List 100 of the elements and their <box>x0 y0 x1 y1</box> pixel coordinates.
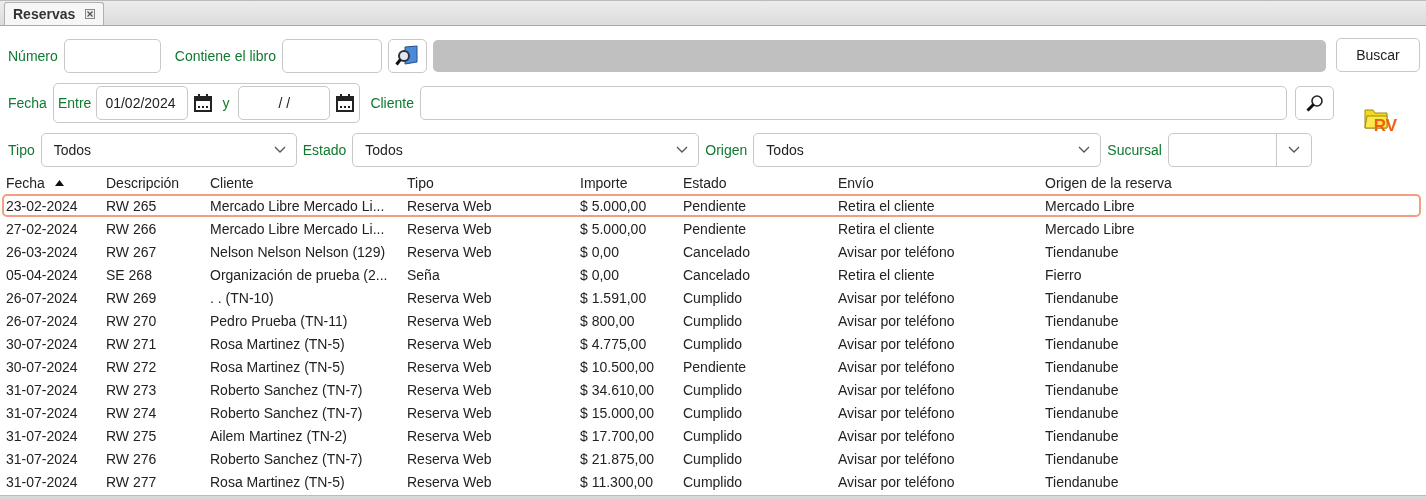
table-row[interactable]: 30-07-2024 RW 272 Rosa Martinez (TN-5) Reserva Web $ 10.500,00 Pendiente Avisar por teléfono Tiendanube <box>2 355 1421 378</box>
table-cell-text: 31-07-2024 <box>5 427 79 444</box>
table-cell-text: RW 272 <box>105 358 158 375</box>
table-cell-text: Reserva Web <box>406 404 493 421</box>
table-cell-text: Cumplido <box>682 312 744 329</box>
table-cell-text: 31-07-2024 <box>5 450 79 467</box>
search-button[interactable]: Buscar <box>1336 38 1420 72</box>
table-cell-text: Cumplido <box>682 289 744 306</box>
table-row[interactable]: 26-07-2024 RW 269 . . (TN-10) Reserva Web $ 1.591,00 Cumplido Avisar por teléfono Tiendanube <box>2 286 1421 309</box>
table-cell-text: Tiendanube <box>1044 473 1120 490</box>
table-cell-text: Avisar por teléfono <box>837 312 956 329</box>
field-label: y <box>222 95 230 111</box>
book-search-button[interactable] <box>387 39 427 73</box>
field-label: Tipo <box>8 142 35 158</box>
table-cell-text: Avisar por teléfono <box>837 289 956 306</box>
table-row[interactable]: 05-04-2024 SE 268 Organización de prueba (2... Seña $ 0,00 Cancelado Retira el cliente Fierro <box>2 263 1421 286</box>
number-field[interactable] <box>63 39 161 73</box>
table-cell-text: Avisar por teléfono <box>837 358 956 375</box>
column-header[interactable]: Fecha <box>6 175 64 191</box>
table-cell-text: RW 277 <box>105 473 158 490</box>
table-cell-text: 30-07-2024 <box>5 335 79 352</box>
table-cell-text: Pedro Prueba (TN-11) <box>209 312 349 329</box>
table-cell-text: . . (TN-10) <box>209 289 275 306</box>
table-row[interactable]: 27-02-2024 RW 266 Mercado Libre Mercado Li... Reserva Web $ 5.000,00 Pendiente Retira el cliente Mercado Libre <box>2 217 1421 240</box>
table-row[interactable]: 31-07-2024 RW 277 Rosa Martinez (TN-5) Reserva Web $ 11.300,00 Cumplido Avisar por teléfono Tiendanube <box>2 470 1421 493</box>
table-cell-text: $ 34.610,00 <box>579 381 655 398</box>
table-cell-text: Rosa Martinez (TN-5) <box>209 335 346 352</box>
table-cell-text: Rosa Martinez (TN-5) <box>209 473 346 490</box>
table-cell-text: RW 271 <box>105 335 158 352</box>
column-header[interactable]: Importe <box>580 175 628 191</box>
table-cell-text: Pendiente <box>682 220 748 237</box>
column-header[interactable]: Origen de la reserva <box>1045 175 1172 191</box>
table-cell-text: $ 4.775,00 <box>579 335 648 352</box>
table-cell-text: Avisar por teléfono <box>837 335 956 352</box>
table-cell-text: 26-03-2024 <box>5 243 79 260</box>
table-cell-text: Cumplido <box>682 450 744 467</box>
status-dropdown[interactable]: Todos <box>352 133 700 167</box>
date-field[interactable]: 01/02/2024 <box>96 86 189 120</box>
table-cell-text: 05-04-2024 <box>5 266 79 283</box>
table-cell-text: Tiendanube <box>1044 404 1120 421</box>
table-cell-text: Avisar por teléfono <box>837 473 956 490</box>
table-row[interactable]: 30-07-2024 RW 271 Rosa Martinez (TN-5) Reserva Web $ 4.775,00 Cumplido Avisar por teléfono Tiendanube <box>2 332 1421 355</box>
table-cell-text: Pendiente <box>682 197 748 214</box>
table-row[interactable]: 26-07-2024 RW 270 Pedro Prueba (TN-11) Reserva Web $ 800,00 Cumplido Avisar por teléfono Tiendanube <box>2 309 1421 332</box>
calendar-icon[interactable] <box>193 93 214 113</box>
table-cell-text: RW 274 <box>105 404 158 421</box>
field-label: Entre <box>57 95 92 111</box>
search-button[interactable] <box>1295 86 1334 120</box>
table-cell-text: RW 270 <box>105 312 158 329</box>
table-cell-text: Cancelado <box>682 243 751 260</box>
table-cell-text: Retira el cliente <box>837 197 936 214</box>
table-row[interactable]: 26-03-2024 RW 267 Nelson Nelson Nelson (129) Reserva Web $ 0,00 Cancelado Avisar por teléfono Tiendanube <box>2 240 1421 263</box>
table-cell-text: Cumplido <box>682 381 744 398</box>
table-cell-text: $ 10.500,00 <box>579 358 655 375</box>
table-cell-text: Rosa Martinez (TN-5) <box>209 358 346 375</box>
table-cell-text: Roberto Sanchez (TN-7) <box>209 404 364 421</box>
table-cell-text: Tiendanube <box>1044 335 1120 352</box>
column-header[interactable]: Tipo <box>407 175 434 191</box>
close-icon[interactable] <box>85 9 96 19</box>
table-cell-text: Mercado Libre Mercado Li... <box>209 220 386 237</box>
table-cell-text: Mercado Libre <box>1044 197 1136 214</box>
table-cell-text: Reserva Web <box>406 473 493 490</box>
table-cell-text: Reserva Web <box>406 381 493 398</box>
table-row[interactable]: 23-02-2024 RW 265 Mercado Libre Mercado Li... Reserva Web $ 5.000,00 Pendiente Retira el cliente Mercado Libre <box>2 194 1421 217</box>
table-row[interactable]: 31-07-2024 RW 274 Roberto Sanchez (TN-7) Reserva Web $ 15.000,00 Cumplido Avisar por teléfono Tiendanube <box>2 401 1421 424</box>
origin-dropdown[interactable]: Todos <box>753 133 1102 167</box>
table-cell-text: 31-07-2024 <box>5 381 79 398</box>
search-icon <box>1304 93 1325 113</box>
type-dropdown[interactable]: Todos <box>40 133 297 167</box>
table-cell-text: Roberto Sanchez (TN-7) <box>209 381 364 398</box>
table-cell-text: Reserva Web <box>406 220 493 237</box>
table-cell-text: Avisar por teléfono <box>837 404 956 421</box>
table-cell-text: RW 267 <box>105 243 158 260</box>
table-row[interactable]: 31-07-2024 RW 273 Roberto Sanchez (TN-7) Reserva Web $ 34.610,00 Cumplido Avisar por teléfono Tiendanube <box>2 378 1421 401</box>
field-label: Número <box>8 48 58 64</box>
table-cell-text: 27-02-2024 <box>5 220 79 237</box>
table-cell-text: Reserva Web <box>406 335 493 352</box>
column-header[interactable]: Cliente <box>210 175 254 191</box>
field-label: Contiene el libro <box>174 48 276 64</box>
table-cell-text: RW 269 <box>105 289 158 306</box>
table-cell-text: Reserva Web <box>406 243 493 260</box>
table-cell-text: Mercado Libre Mercado Li... <box>209 197 386 214</box>
table-row[interactable]: 31-07-2024 RW 275 Ailem Martinez (TN-2) Reserva Web $ 17.700,00 Cumplido Avisar por teléfono Tiendanube <box>2 424 1421 447</box>
column-header[interactable]: Estado <box>683 175 727 191</box>
book-field[interactable] <box>281 39 382 73</box>
tab[interactable]: Reservas <box>4 2 105 25</box>
date-field[interactable]: / / <box>238 86 331 120</box>
table-cell-text: 31-07-2024 <box>5 473 79 490</box>
table-cell-text: Roberto Sanchez (TN-7) <box>209 450 364 467</box>
calendar-icon[interactable] <box>335 93 356 113</box>
client-field[interactable] <box>420 86 1287 120</box>
table-cell-text: RW 266 <box>105 220 158 237</box>
table-cell-text: Reserva Web <box>406 427 493 444</box>
column-header[interactable]: Descripción <box>106 175 180 191</box>
column-header[interactable]: Envío <box>838 175 874 191</box>
table-cell-text: Reserva Web <box>406 358 493 375</box>
table-cell-text: Cumplido <box>682 427 744 444</box>
table-cell-text: $ 1.591,00 <box>579 289 648 306</box>
table-cell-text: Reserva Web <box>406 197 493 214</box>
table-row[interactable]: 31-07-2024 RW 276 Roberto Sanchez (TN-7) Reserva Web $ 21.875,00 Cumplido Avisar por teléfono Tiendanube <box>2 447 1421 470</box>
